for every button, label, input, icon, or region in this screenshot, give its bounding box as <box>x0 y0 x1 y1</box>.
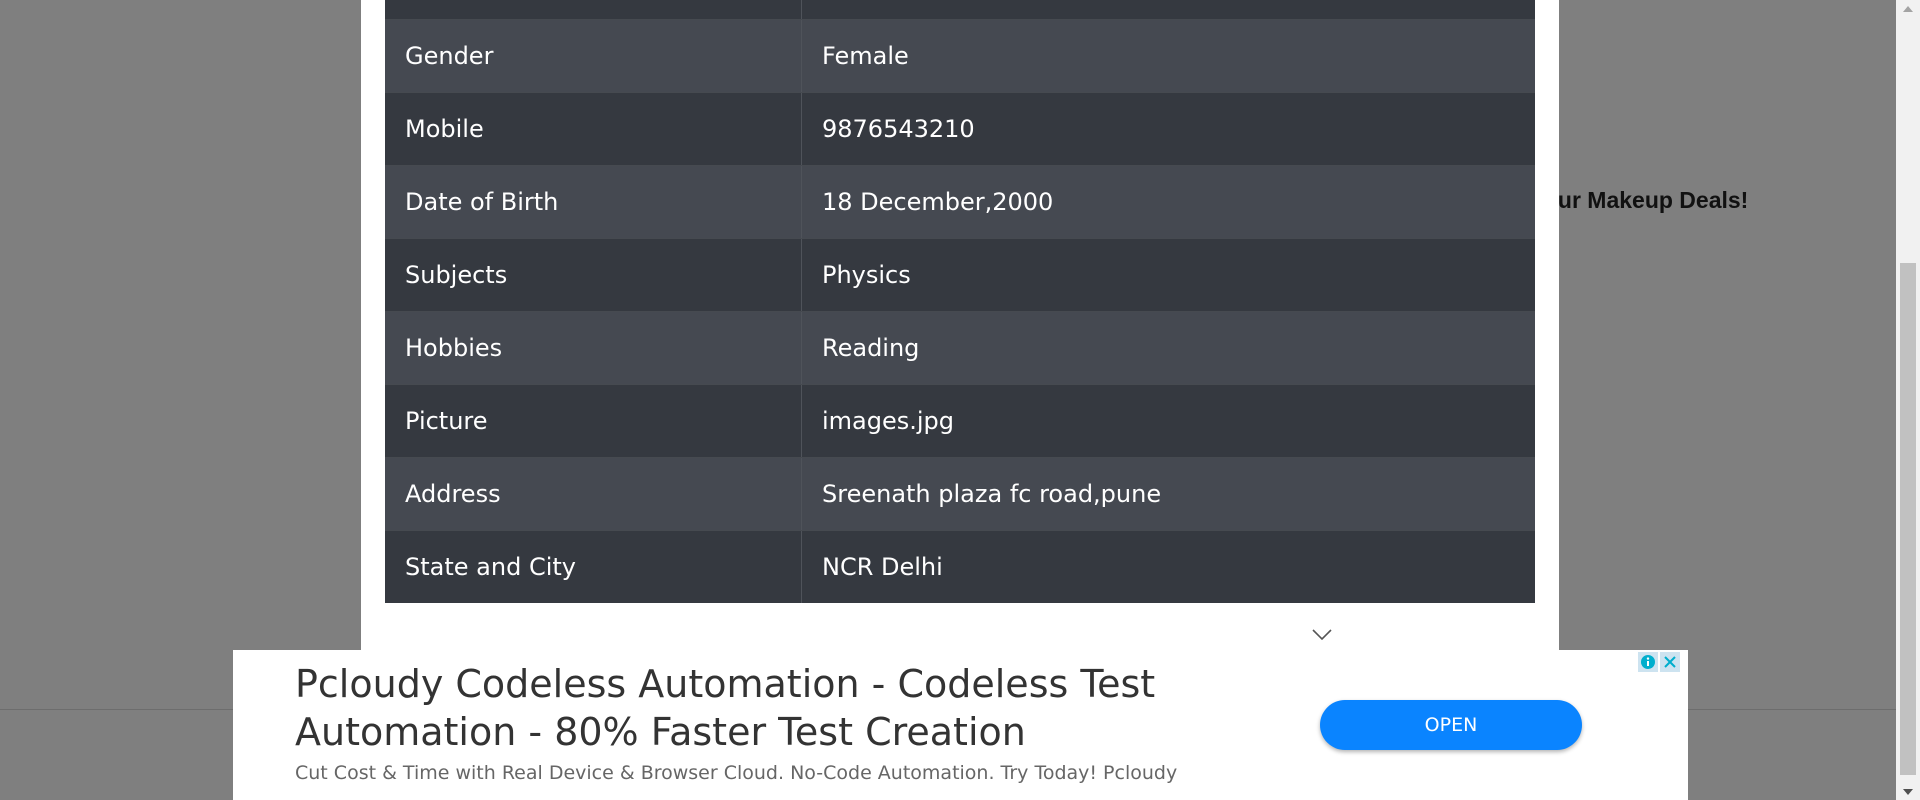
table-row: Picture images.jpg <box>385 384 1535 457</box>
row-label-address: Address <box>385 458 802 530</box>
info-icon[interactable] <box>1638 652 1658 672</box>
scroll-down-arrow-icon[interactable] <box>1896 783 1920 800</box>
row-value-state-city: NCR Delhi <box>822 553 943 581</box>
table-row: Hobbies Reading <box>385 311 1535 384</box>
row-label-mobile: Mobile <box>385 93 802 165</box>
submission-modal: Gender Female Mobile 9876543210 Date of … <box>361 0 1559 652</box>
table-row: Address Sreenath plaza fc road,pune <box>385 457 1535 530</box>
row-label-state-city: State and City <box>385 531 802 603</box>
row-value-mobile: 9876543210 <box>822 115 975 143</box>
chevron-down-icon[interactable] <box>1311 628 1333 642</box>
table-row: Date of Birth 18 December,2000 <box>385 165 1535 238</box>
ad-open-button[interactable]: OPEN <box>1320 700 1582 750</box>
table-cell-value <box>802 0 1535 19</box>
ad-title[interactable]: Pcloudy Codeless Automation - Codeless T… <box>295 660 1295 756</box>
scrollbar-thumb[interactable] <box>1900 263 1916 775</box>
row-value-picture: images.jpg <box>822 407 955 435</box>
table-row: Gender Female <box>385 19 1535 92</box>
row-label-picture: Picture <box>385 385 802 457</box>
table-row: Subjects Physics <box>385 238 1535 311</box>
row-value-dob: 18 December,2000 <box>822 188 1054 216</box>
scroll-up-arrow-icon[interactable] <box>1896 0 1920 17</box>
row-value-hobbies: Reading <box>822 334 920 362</box>
table-cell-label <box>385 0 802 19</box>
row-label-hobbies: Hobbies <box>385 312 802 384</box>
ad-banner[interactable]: Pcloudy Codeless Automation - Codeless T… <box>233 650 1688 800</box>
close-icon[interactable] <box>1660 652 1680 672</box>
row-label-gender: Gender <box>385 20 802 92</box>
row-value-subjects: Physics <box>822 261 911 289</box>
table-row: Mobile 9876543210 <box>385 92 1535 165</box>
submission-table: Gender Female Mobile 9876543210 Date of … <box>385 0 1535 603</box>
row-value-gender: Female <box>822 42 909 70</box>
table-row: State and City NCR Delhi <box>385 530 1535 603</box>
row-value-address: Sreenath plaza fc road,pune <box>822 480 1162 508</box>
ad-description[interactable]: Cut Cost & Time with Real Device & Brows… <box>295 762 1295 784</box>
table-row-partial <box>385 0 1535 19</box>
makeup-deals-text: Our Makeup Deals! <box>1540 187 1749 213</box>
row-label-dob: Date of Birth <box>385 166 802 238</box>
row-label-subjects: Subjects <box>385 239 802 311</box>
vertical-scrollbar[interactable] <box>1896 0 1920 800</box>
